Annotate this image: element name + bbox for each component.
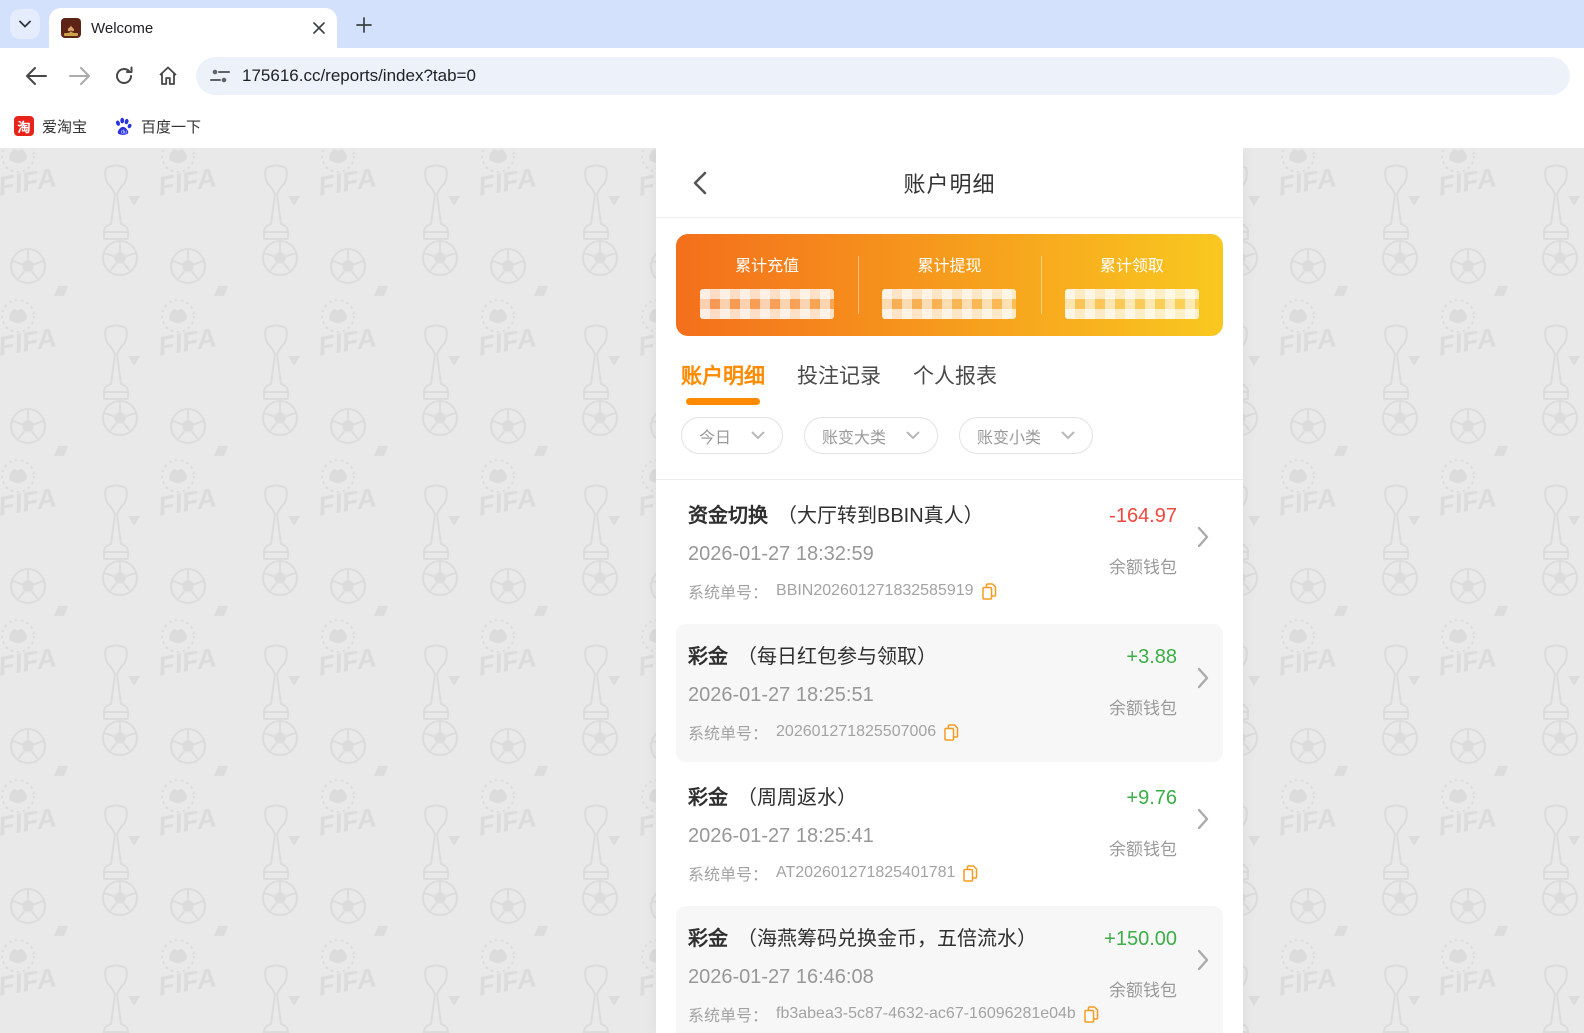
summary-card: 累计充值 累计提现 累计领取	[676, 234, 1223, 336]
copy-icon	[981, 582, 996, 600]
order-number-value: fb3abea3-5c87-4632-ac67-16096281e04b	[776, 1005, 1076, 1022]
plus-icon	[356, 17, 372, 33]
transaction-datetime: 2026-01-27 18:25:41	[688, 825, 874, 847]
back-button[interactable]	[14, 56, 58, 96]
reload-button[interactable]	[102, 56, 146, 96]
wallet-type: 余额钱包	[1109, 699, 1177, 718]
summary-total-withdraw: 累计提现	[858, 252, 1040, 319]
order-number-label: 系统单号：	[688, 585, 769, 602]
filters-row: 今日 账变大类 账变小类	[656, 405, 1243, 480]
wallet-type: 余额钱包	[1109, 981, 1177, 1000]
transaction-item[interactable]: 资金切换 （大厅转到BBIN真人） 2026-01-27 18:32:59 系统单…	[676, 483, 1223, 621]
transaction-amount: +3.88	[1126, 646, 1177, 668]
forward-button[interactable]	[58, 56, 102, 96]
order-number-label: 系统单号：	[688, 1008, 769, 1025]
transaction-item[interactable]: 彩金 （海燕筹码兑换金币，五倍流水） 2026-01-27 16:46:08 系统…	[676, 906, 1223, 1033]
copy-order-button[interactable]	[963, 864, 978, 882]
page-header: 账户明细	[656, 148, 1243, 218]
chevron-down-icon	[751, 431, 765, 440]
browser-tab-strip: ♠ Welcome	[0, 0, 1584, 48]
site-settings-icon[interactable]	[210, 68, 230, 84]
bookmark-aitaobao[interactable]: 淘 爱淘宝	[14, 116, 87, 137]
report-tabs: 账户明细 投注记录 个人报表	[656, 360, 1243, 405]
order-number-label: 系统单号：	[688, 726, 769, 743]
home-icon	[159, 66, 177, 85]
transaction-amount: -164.97	[1109, 505, 1177, 527]
transaction-item[interactable]: 彩金 （每日红包参与领取） 2026-01-27 18:25:51 系统单号： 2…	[676, 624, 1223, 762]
chevron-right-icon[interactable]	[1197, 949, 1209, 976]
baidu-icon: du	[116, 117, 132, 135]
order-number-label: 系统单号：	[688, 867, 769, 884]
browser-toolbar: 175616.cc/reports/index?tab=0	[0, 48, 1584, 104]
new-tab-button[interactable]	[352, 13, 376, 37]
transaction-type: 彩金	[688, 787, 728, 809]
copy-icon	[1084, 1005, 1099, 1023]
tab-title: Welcome	[91, 19, 154, 37]
svg-text:du: du	[121, 129, 127, 135]
tab-search-button[interactable]	[10, 9, 40, 39]
copy-icon	[963, 864, 978, 882]
bookmark-label: 百度一下	[141, 118, 202, 136]
taobao-icon: 淘	[14, 116, 34, 136]
chevron-down-icon	[906, 431, 920, 440]
chevron-right-icon[interactable]	[1197, 526, 1209, 553]
address-bar[interactable]: 175616.cc/reports/index?tab=0	[196, 57, 1570, 95]
site-favicon-icon: ♠	[61, 18, 81, 38]
filter-minor-category-dropdown[interactable]: 账变小类	[959, 417, 1094, 454]
copy-order-button[interactable]	[944, 723, 959, 741]
chevron-down-icon	[1061, 431, 1075, 440]
page-title: 账户明细	[903, 171, 996, 197]
bookmarks-bar: 淘 爱淘宝 du 百度一下	[0, 104, 1584, 148]
transaction-type: 彩金	[688, 646, 728, 668]
transaction-description: （周周返水）	[737, 787, 857, 809]
transaction-datetime: 2026-01-27 16:46:08	[688, 966, 874, 988]
copy-icon	[944, 723, 959, 741]
chevron-right-icon[interactable]	[1197, 808, 1209, 835]
chevron-down-icon	[19, 20, 31, 28]
url-text[interactable]: 175616.cc/reports/index?tab=0	[242, 66, 476, 86]
transaction-type: 资金切换	[688, 505, 768, 527]
blurred-value	[1064, 288, 1199, 319]
home-button[interactable]	[146, 56, 190, 96]
wallet-type: 余额钱包	[1109, 840, 1177, 859]
transaction-description: （每日红包参与领取）	[737, 646, 937, 668]
tab-account-detail[interactable]: 账户明细	[681, 360, 765, 405]
transaction-amount: +9.76	[1126, 787, 1177, 809]
filter-date-dropdown[interactable]: 今日	[681, 417, 784, 454]
summary-total-claimed: 累计领取	[1041, 252, 1223, 319]
browser-tab[interactable]: ♠ Welcome	[49, 8, 337, 48]
transaction-description: （海燕筹码兑换金币，五倍流水）	[737, 928, 1037, 950]
forward-arrow-icon	[69, 67, 90, 85]
order-number-value: BBIN202601271832585919	[776, 582, 974, 599]
transaction-amount: +150.00	[1104, 928, 1177, 950]
tab-close-icon[interactable]	[313, 22, 325, 34]
blurred-value	[700, 288, 835, 319]
blurred-value	[882, 288, 1017, 319]
transaction-datetime: 2026-01-27 18:25:51	[688, 684, 874, 706]
transaction-description: （大厅转到BBIN真人）	[777, 505, 984, 527]
bookmark-baidu[interactable]: du 百度一下	[113, 116, 201, 137]
back-button-page[interactable]	[684, 167, 716, 199]
chevron-right-icon[interactable]	[1197, 667, 1209, 694]
filter-major-category-dropdown[interactable]: 账变大类	[804, 417, 939, 454]
page-content: FIFA	[0, 148, 1584, 1033]
transaction-datetime: 2026-01-27 18:32:59	[688, 543, 874, 565]
reload-icon	[116, 66, 133, 84]
tab-bet-records[interactable]: 投注记录	[797, 360, 881, 405]
transaction-type: 彩金	[688, 928, 728, 950]
back-arrow-icon	[26, 67, 47, 85]
copy-order-button[interactable]	[981, 582, 997, 600]
order-number-value: AT202601271825401781	[776, 864, 956, 881]
transaction-list: 资金切换 （大厅转到BBIN真人） 2026-01-27 18:32:59 系统单…	[656, 480, 1243, 1033]
account-detail-panel: 账户明细 累计充值 累计提现 累计领取 账户明细 投注记录 个人报表 今日 账变…	[656, 148, 1243, 1033]
chevron-left-icon	[693, 171, 707, 195]
copy-order-button[interactable]	[1084, 1005, 1099, 1023]
tab-personal-report[interactable]: 个人报表	[913, 360, 997, 405]
order-number-value: 202601271825507006	[776, 723, 937, 740]
bookmark-label: 爱淘宝	[42, 118, 88, 136]
transaction-item[interactable]: 彩金 （周周返水） 2026-01-27 18:25:41 系统单号： AT202…	[676, 765, 1223, 903]
summary-total-deposit: 累计充值	[676, 252, 858, 319]
wallet-type: 余额钱包	[1109, 558, 1177, 577]
